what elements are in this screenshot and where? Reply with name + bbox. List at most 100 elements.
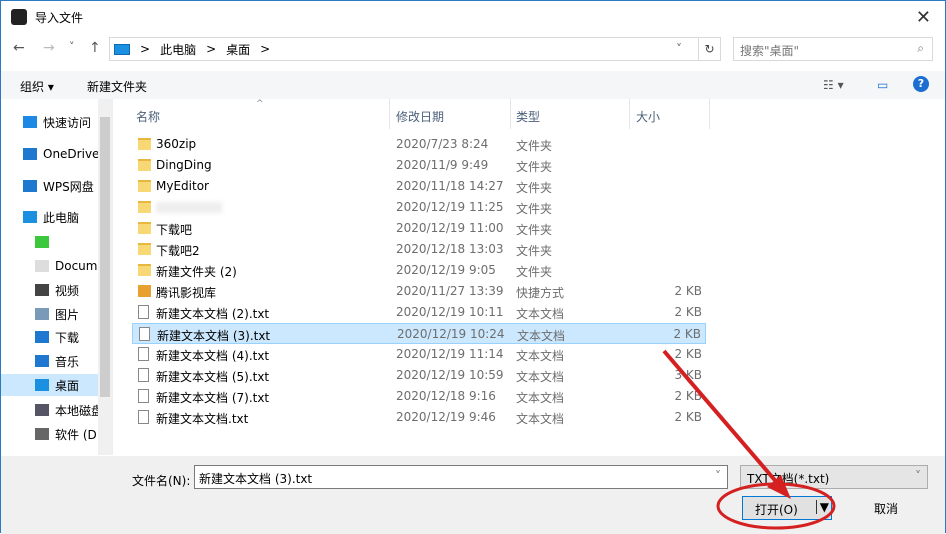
search-input[interactable]: 搜索"桌面" ⌕	[733, 37, 933, 61]
view-options-button[interactable]: ☷ ▾	[823, 78, 844, 92]
column-headers: 名称 ^ 修改日期 类型 大小	[114, 99, 945, 129]
sidebar-item-label: WPS网盘	[43, 179, 94, 194]
file-size: 2 KB	[674, 410, 702, 424]
text-file-icon	[138, 347, 149, 361]
filename-input[interactable]: 新建文本文档 (3).txt ˅	[194, 465, 728, 489]
text-file-icon	[138, 305, 149, 319]
filename-label: 文件名(N):	[132, 474, 191, 488]
app-icon	[11, 9, 27, 25]
file-row[interactable]: MyEditor 2020/11/18 14:27 文件夹	[132, 176, 706, 197]
folder-icon	[138, 243, 151, 255]
back-button[interactable]: ←	[13, 40, 25, 56]
preview-pane-button[interactable]: ▭	[877, 78, 888, 92]
sidebar-item-icon	[35, 379, 49, 391]
file-row[interactable]: 360zip 2020/7/23 8:24 文件夹	[132, 134, 706, 155]
sidebar-item[interactable]: 快速访问	[23, 111, 99, 133]
file-size: 2 KB	[674, 305, 702, 319]
file-size: 3 KB	[674, 368, 702, 382]
file-name: 新建文本文档 (7).txt	[156, 391, 270, 405]
file-size: 2 KB	[673, 327, 701, 341]
file-row[interactable]: 下载吧 2020/12/19 11:00 文件夹	[132, 218, 706, 239]
blurred-name	[156, 202, 222, 213]
file-type: 快捷方式	[516, 286, 565, 300]
breadcrumb-this-pc[interactable]: 此电脑	[160, 41, 196, 58]
text-file-icon	[138, 368, 149, 382]
file-type: 文件夹	[516, 139, 553, 153]
sidebar-scrollbar[interactable]	[98, 99, 112, 455]
column-date[interactable]: 修改日期	[396, 108, 444, 125]
address-dropdown[interactable]: ˅	[676, 42, 682, 56]
file-row[interactable]: 新建文本文档 (7).txt 2020/12/18 9:16 文本文档 2 KB	[132, 386, 706, 407]
sidebar-item-icon	[23, 180, 37, 192]
column-name[interactable]: 名称	[136, 108, 160, 125]
sidebar-item-label: 音乐	[55, 354, 80, 369]
sidebar-item-label: 本地磁盘	[55, 403, 104, 418]
file-name: 新建文本文档 (4).txt	[156, 349, 270, 363]
navigation-bar: ← → ˅ ↑ > 此电脑 > 桌面 > ˅ ↻ 搜索"桌面" ⌕	[1, 36, 945, 62]
file-list: 名称 ^ 修改日期 类型 大小 360zip 2020/7/23 8:24 文件…	[114, 99, 945, 455]
sidebar-item[interactable]: 桌面	[1, 374, 98, 396]
dialog-footer: 文件名(N): 新建文本文档 (3).txt ˅ TXT文档(*.txt) ˅ …	[1, 456, 945, 534]
title-bar: 导入文件 ✕	[1, 1, 945, 33]
folder-icon	[138, 201, 151, 213]
breadcrumb-sep: >	[140, 42, 151, 56]
sidebar-item[interactable]: WPS网盘	[23, 175, 99, 197]
shortcut-icon	[138, 285, 151, 297]
column-size[interactable]: 大小	[636, 108, 660, 125]
sidebar-item-icon	[35, 355, 49, 367]
close-button[interactable]: ✕	[916, 7, 931, 28]
breadcrumb-desktop[interactable]: 桌面	[226, 41, 250, 58]
folder-icon	[138, 138, 151, 150]
file-type: 文件夹	[516, 265, 553, 279]
file-date: 2020/12/19 9:05	[396, 263, 496, 277]
file-date: 2020/12/19 11:14	[396, 347, 504, 361]
cancel-button[interactable]: 取消	[844, 496, 928, 520]
file-type-select[interactable]: TXT文档(*.txt) ˅	[740, 465, 928, 489]
file-row[interactable]: 下载吧2 2020/12/18 13:03 文件夹	[132, 239, 706, 260]
open-options-arrow[interactable]: ▼	[815, 500, 829, 514]
file-name: 新建文本文档 (2).txt	[156, 307, 270, 321]
column-type[interactable]: 类型	[516, 108, 540, 125]
new-folder-button[interactable]: 新建文件夹	[87, 78, 147, 95]
up-button[interactable]: ↑	[89, 40, 101, 56]
sidebar-item-icon	[35, 404, 49, 416]
file-row[interactable]: DingDing 2020/11/9 9:49 文件夹	[132, 155, 706, 176]
sidebar-item-label: 快速访问	[43, 115, 92, 130]
open-button[interactable]: 打开(O) ▼	[742, 496, 832, 520]
file-row[interactable]: 2020/12/19 11:25 文件夹	[132, 197, 706, 218]
file-date: 2020/11/18 14:27	[396, 179, 504, 193]
help-button[interactable]: ?	[913, 76, 929, 92]
file-row[interactable]: 新建文件夹 (2) 2020/12/19 9:05 文件夹	[132, 260, 706, 281]
file-date: 2020/12/19 10:24	[397, 327, 505, 341]
sort-ascending-icon: ^	[256, 99, 264, 109]
sidebar-item-label: Docum	[55, 259, 98, 273]
file-type: 文件夹	[516, 244, 553, 258]
sidebar-item-icon	[35, 284, 49, 296]
file-row[interactable]: 新建文本文档 (5).txt 2020/12/19 10:59 文本文档 3 K…	[132, 365, 706, 386]
file-name: 新建文本文档.txt	[156, 412, 249, 426]
sidebar-item-icon	[23, 116, 37, 128]
file-row[interactable]: 新建文本文档 (2).txt 2020/12/19 10:11 文本文档 2 K…	[132, 302, 706, 323]
sidebar-item[interactable]: OneDrive	[23, 143, 99, 165]
recent-locations-button[interactable]: ˅	[69, 40, 75, 53]
sidebar-item-icon	[35, 331, 49, 343]
file-row[interactable]: 新建文本文档 (3).txt 2020/12/19 10:24 文本文档 2 K…	[132, 323, 706, 344]
address-bar[interactable]: > 此电脑 > 桌面 > ˅	[109, 37, 699, 61]
organize-button[interactable]: 组织 ▾	[20, 78, 54, 95]
file-row[interactable]: 新建文本文档.txt 2020/12/19 9:46 文本文档 2 KB	[132, 407, 706, 428]
file-type: 文本文档	[516, 349, 565, 363]
forward-button[interactable]: →	[43, 40, 55, 56]
chevron-down-icon[interactable]: ˅	[715, 469, 721, 483]
file-name: MyEditor	[156, 179, 209, 193]
open-label: 打开(O)	[755, 503, 798, 517]
file-row[interactable]: 新建文本文档 (4).txt 2020/12/19 11:14 文本文档 2 K…	[132, 344, 706, 365]
file-type: 文本文档	[516, 307, 565, 321]
refresh-button[interactable]: ↻	[699, 37, 721, 61]
file-type: 文件夹	[516, 202, 553, 216]
sidebar-item[interactable]: 此电脑	[23, 206, 99, 228]
filename-value: 新建文本文档 (3).txt	[199, 472, 313, 486]
file-row[interactable]: 腾讯影视库 2020/11/27 13:39 快捷方式 2 KB	[132, 281, 706, 302]
file-name: 下载吧2	[156, 244, 200, 258]
sidebar-item-label: 此电脑	[43, 210, 80, 225]
file-date: 2020/12/19 11:00	[396, 221, 504, 235]
